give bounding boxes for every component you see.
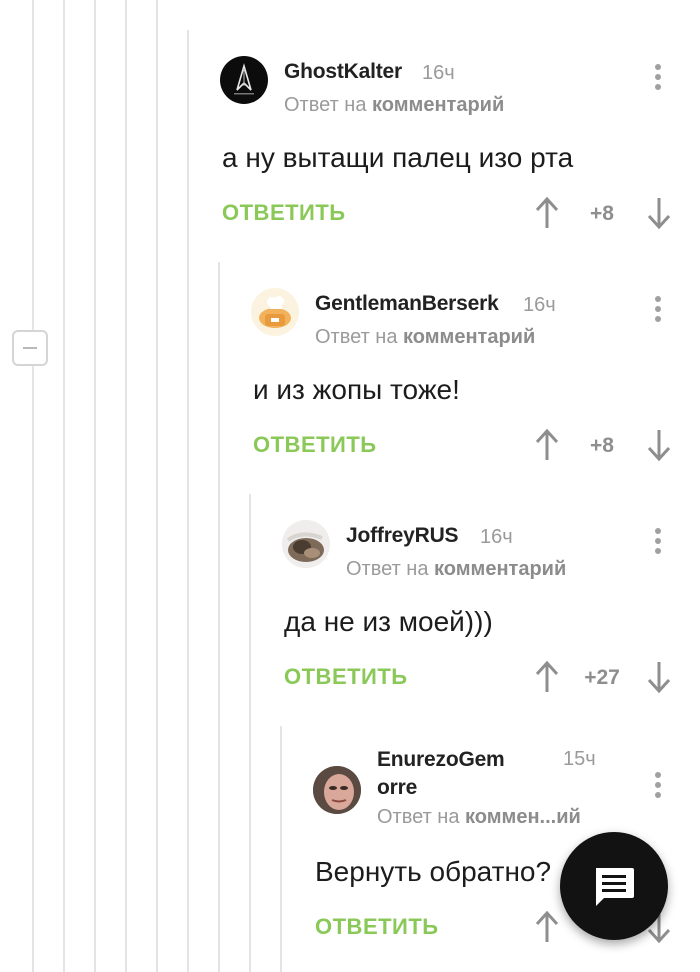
rating-score: +8 bbox=[590, 202, 614, 225]
reply-to-line: Ответ на комментарий bbox=[346, 558, 566, 581]
reply-prefix: Ответ на bbox=[315, 326, 398, 348]
thread-line bbox=[218, 262, 220, 972]
comment-time: 16ч bbox=[480, 526, 513, 548]
chef-icon bbox=[259, 296, 291, 328]
author-line: EnurezoGem bbox=[377, 748, 505, 771]
comment-time: 16ч bbox=[523, 294, 556, 316]
reply-prefix: Ответ на bbox=[284, 94, 367, 116]
reply-target-link[interactable]: комментарий bbox=[434, 558, 566, 580]
comment-text: а ну вытащи палец изо рта bbox=[222, 142, 574, 173]
reply-to-line: Ответ на комментарий bbox=[315, 326, 535, 349]
reply-prefix: Ответ на bbox=[346, 558, 429, 580]
arrow-up-icon[interactable] bbox=[534, 660, 560, 694]
reply-target-link[interactable]: комментарий bbox=[372, 94, 504, 116]
reply-button[interactable]: ОТВЕТИТЬ bbox=[315, 914, 439, 940]
thread-line bbox=[249, 494, 251, 972]
more-vertical-icon[interactable] bbox=[654, 296, 662, 330]
comment-text: да не из моей))) bbox=[284, 606, 493, 637]
avatar[interactable] bbox=[313, 766, 361, 814]
logo-icon bbox=[234, 63, 254, 95]
thread-line bbox=[63, 0, 65, 972]
rating-score: +27 bbox=[584, 666, 620, 689]
comment-text: Вернуть обратно? bbox=[315, 856, 552, 887]
avatar[interactable] bbox=[220, 56, 268, 104]
write-comment-fab[interactable] bbox=[560, 832, 668, 940]
face-photo-icon bbox=[313, 766, 361, 814]
collapse-thread-button[interactable] bbox=[12, 330, 48, 366]
comment-item: GentlemanBerserk 16ч Ответ на комментари… bbox=[251, 270, 680, 502]
reply-button[interactable]: ОТВЕТИТЬ bbox=[253, 432, 377, 458]
comment-item: GhostKalter 16ч Ответ на комментарий а н… bbox=[220, 38, 680, 270]
thread-line bbox=[280, 726, 282, 972]
more-vertical-icon[interactable] bbox=[654, 528, 662, 562]
comment-author[interactable]: GhostKalter bbox=[284, 60, 402, 84]
arrow-down-icon[interactable] bbox=[646, 196, 672, 230]
arrow-up-icon[interactable] bbox=[534, 910, 560, 944]
comment-time: 15ч bbox=[563, 748, 596, 770]
arrow-up-icon[interactable] bbox=[534, 196, 560, 230]
reply-to-line: Ответ на комментарий bbox=[284, 94, 504, 117]
reply-button[interactable]: ОТВЕТИТЬ bbox=[222, 200, 346, 226]
cat-photo-icon bbox=[282, 520, 330, 568]
reply-target-link[interactable]: комментарий bbox=[403, 326, 535, 348]
comment-author[interactable]: GentlemanBerserk bbox=[315, 292, 499, 316]
avatar[interactable] bbox=[251, 288, 299, 336]
reply-target-link[interactable]: коммен...ий bbox=[465, 806, 581, 828]
thread-line bbox=[156, 0, 158, 972]
reply-prefix: Ответ на bbox=[377, 806, 460, 828]
thread-line bbox=[187, 30, 189, 972]
comment-author[interactable]: JoffreyRUS bbox=[346, 524, 459, 548]
reply-button[interactable]: ОТВЕТИТЬ bbox=[284, 664, 408, 690]
comment-icon bbox=[596, 868, 634, 906]
thread-line bbox=[32, 0, 34, 972]
comment-text: и из жопы тоже! bbox=[253, 374, 460, 405]
reply-to-line: Ответ на коммен...ий bbox=[377, 806, 581, 829]
thread-line bbox=[125, 0, 127, 972]
arrow-down-icon[interactable] bbox=[646, 660, 672, 694]
author-line: orre bbox=[377, 776, 418, 799]
rating-score: +8 bbox=[590, 434, 614, 457]
arrow-up-icon[interactable] bbox=[534, 428, 560, 462]
comment-author[interactable]: EnurezoGem orre bbox=[377, 746, 505, 802]
comment-time: 16ч bbox=[422, 62, 455, 84]
comment-item: JoffreyRUS 16ч Ответ на комментарий да н… bbox=[282, 502, 680, 734]
avatar[interactable] bbox=[282, 520, 330, 568]
more-vertical-icon[interactable] bbox=[654, 772, 662, 806]
more-vertical-icon[interactable] bbox=[654, 64, 662, 98]
thread-line bbox=[94, 0, 96, 972]
arrow-down-icon[interactable] bbox=[646, 428, 672, 462]
